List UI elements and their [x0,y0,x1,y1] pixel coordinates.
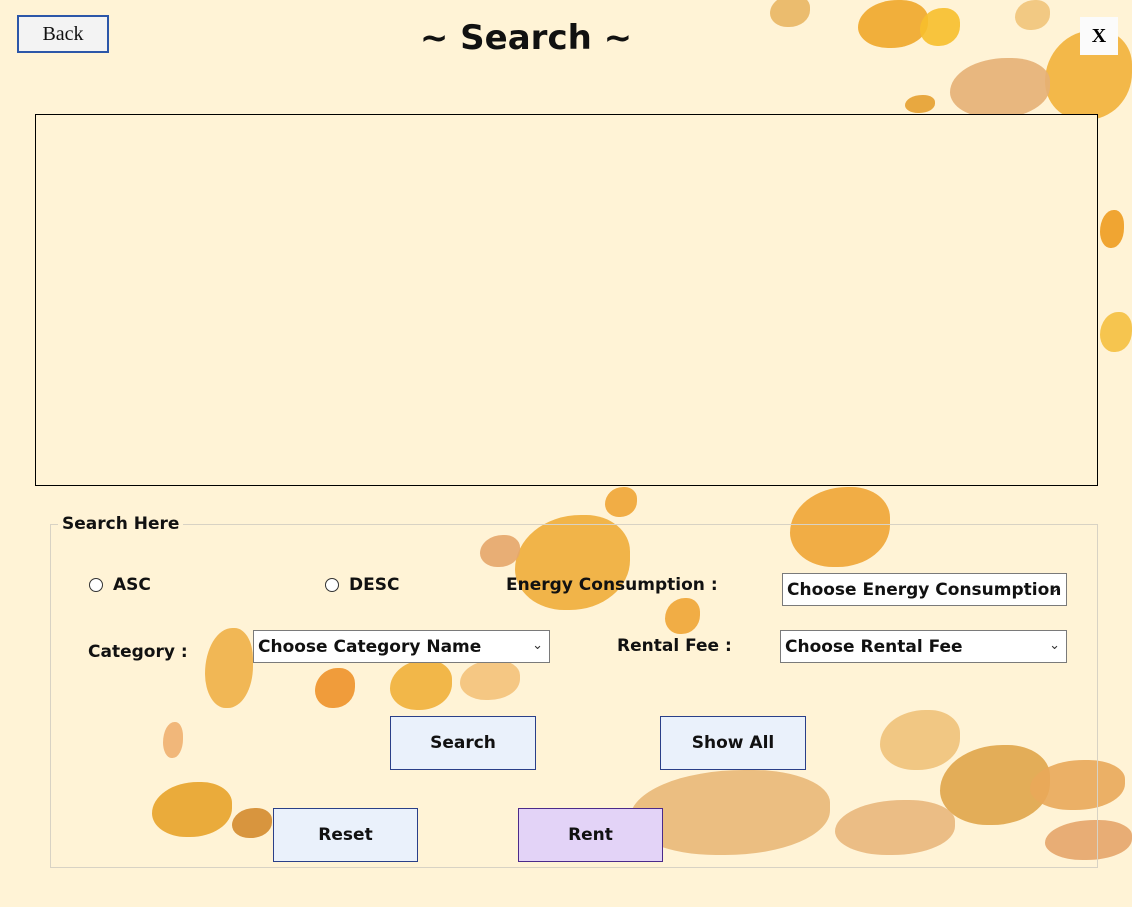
chevron-down-icon: ⌄ [1049,638,1060,653]
energy-consumption-select[interactable]: Choose Energy Consumption ⌄ [782,573,1067,606]
desc-radio[interactable] [325,578,339,592]
search-button[interactable]: Search [390,716,536,770]
energy-consumption-label: Energy Consumption : [506,575,718,595]
asc-label[interactable]: ASC [113,575,151,595]
category-value: Choose Category Name [258,636,482,657]
asc-radio[interactable] [89,578,103,592]
chevron-down-icon: ⌄ [532,638,543,653]
rental-fee-label: Rental Fee : [617,636,732,656]
category-select[interactable]: Choose Category Name ⌄ [253,630,550,663]
chevron-down-icon: ⌄ [1049,581,1060,596]
results-grid[interactable] [35,114,1098,486]
rental-fee-select[interactable]: Choose Rental Fee ⌄ [780,630,1067,663]
desc-label[interactable]: DESC [349,575,399,595]
energy-consumption-value: Choose Energy Consumption [787,579,1062,600]
show-all-button[interactable]: Show All [660,716,806,770]
close-button[interactable]: X [1080,17,1118,55]
page-title: ~ Search ~ [419,18,633,58]
category-label: Category : [88,642,188,662]
reset-button[interactable]: Reset [273,808,418,862]
rent-button[interactable]: Rent [518,808,663,862]
search-group-legend: Search Here [58,514,184,534]
rental-fee-value: Choose Rental Fee [785,636,963,657]
search-window: Back ~ Search ~ X Search Here ASC DESC E… [0,0,1132,907]
